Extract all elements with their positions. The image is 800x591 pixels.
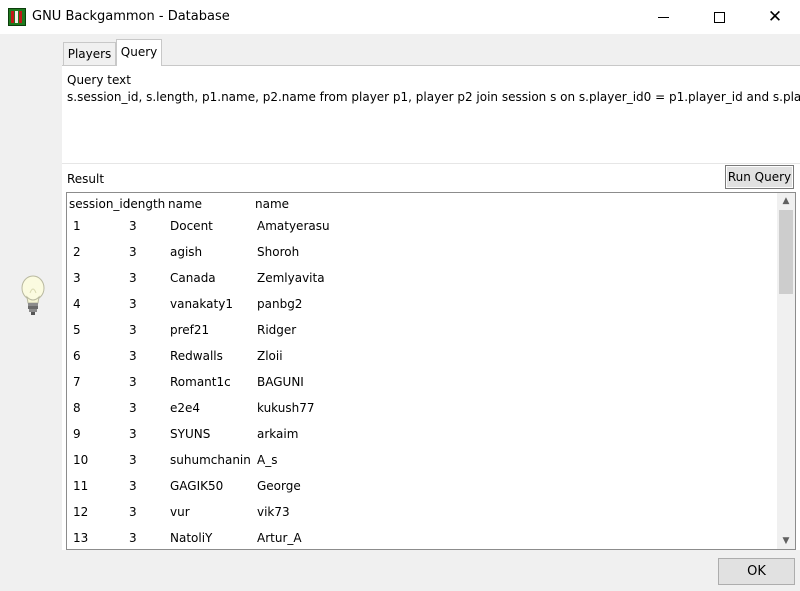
column-header-name-1[interactable]: name <box>168 197 202 211</box>
table-row[interactable]: 4 3 vanakaty1 panbg2 <box>67 293 777 319</box>
cell-session-id: 10 <box>73 453 89 467</box>
window-title: GNU Backgammon - Database <box>32 9 230 24</box>
cell-session-id: 2 <box>73 245 81 259</box>
cell-session-id: 12 <box>73 505 89 519</box>
tab-players[interactable]: Players <box>63 42 116 65</box>
cell-length: 3 <box>129 375 137 389</box>
cell-name-1: vanakaty1 <box>170 297 233 311</box>
cell-session-id: 6 <box>73 349 81 363</box>
cell-length: 3 <box>129 479 137 493</box>
cell-session-id: 5 <box>73 323 81 337</box>
cell-name-1: GAGIK50 <box>170 479 224 493</box>
scroll-up-arrow-icon[interactable]: ▲ <box>777 193 795 209</box>
cell-name-2: George <box>257 479 301 493</box>
close-icon: ✕ <box>767 7 783 27</box>
cell-name-2: arkaim <box>257 427 299 441</box>
cell-length: 3 <box>129 297 137 311</box>
minimize-icon <box>657 16 669 18</box>
cell-name-2: panbg2 <box>257 297 303 311</box>
cell-name-2: Shoroh <box>257 245 300 259</box>
cell-name-1: Docent <box>170 219 213 233</box>
scroll-down-arrow-icon[interactable]: ▼ <box>777 533 795 549</box>
cell-name-1: NatoliY <box>170 531 213 545</box>
cell-name-2: BAGUNI <box>257 375 304 389</box>
lightbulb-icon <box>21 275 45 315</box>
cell-name-1: pref21 <box>170 323 210 337</box>
cell-session-id: 1 <box>73 219 81 233</box>
cell-length: 3 <box>129 323 137 337</box>
cell-session-id: 13 <box>73 531 89 545</box>
cell-name-2: Amatyerasu <box>257 219 330 233</box>
cell-session-id: 8 <box>73 401 81 415</box>
scrollbar-thumb[interactable] <box>779 210 793 294</box>
table-row[interactable]: 5 3 pref21 Ridger <box>67 319 777 345</box>
cell-name-2: vik73 <box>257 505 290 519</box>
cell-name-1: Romant1c <box>170 375 231 389</box>
cell-name-2: kukush77 <box>257 401 315 415</box>
table-body: 1 3 Docent Amatyerasu 2 3 agish Shoroh 3 3 Canada Z… <box>67 215 777 549</box>
cell-name-1: suhumchanin <box>170 453 251 467</box>
cell-length: 3 <box>129 401 137 415</box>
cell-name-1: agish <box>170 245 203 259</box>
minimize-button[interactable] <box>640 0 686 34</box>
title-bar: GNU Backgammon - Database ✕ <box>0 0 800 34</box>
cell-name-2: Zemlyavita <box>257 271 325 285</box>
cell-length: 3 <box>129 271 137 285</box>
cell-name-2: Ridger <box>257 323 297 337</box>
table-row[interactable]: 1 3 Docent Amatyerasu <box>67 215 777 241</box>
cell-session-id: 7 <box>73 375 81 389</box>
divider <box>62 163 800 164</box>
cell-length: 3 <box>129 349 137 363</box>
run-query-button[interactable]: Run Query <box>725 165 794 189</box>
cell-name-2: A_s <box>257 453 278 467</box>
cell-length: 3 <box>129 531 137 545</box>
table-row[interactable]: 12 3 vur vik73 <box>67 501 777 527</box>
table-row[interactable]: 13 3 NatoliY Artur_A <box>67 527 777 549</box>
table-row[interactable]: 10 3 suhumchanin A_s <box>67 449 777 475</box>
close-button[interactable]: ✕ <box>752 0 798 34</box>
cell-name-1: Redwalls <box>170 349 223 363</box>
cell-session-id: 11 <box>73 479 89 493</box>
table-row[interactable]: 7 3 Romant1c BAGUNI <box>67 371 777 397</box>
result-table[interactable]: session_id length name name 1 3 Docent Amat… <box>66 192 796 550</box>
table-header: session_id length name name <box>67 193 777 215</box>
maximize-button[interactable] <box>696 0 742 34</box>
query-pane: Query text s.session_id, s.length, p1.na… <box>62 65 800 550</box>
table-row[interactable]: 2 3 agish Shoroh <box>67 241 777 267</box>
ok-button[interactable]: OK <box>718 558 795 585</box>
cell-session-id: 4 <box>73 297 81 311</box>
cell-name-1: Canada <box>170 271 216 285</box>
cell-session-id: 9 <box>73 427 81 441</box>
table-row[interactable]: 9 3 SYUNS arkaim <box>67 423 777 449</box>
table-row[interactable]: 3 3 Canada Zemlyavita <box>67 267 777 293</box>
cell-length: 3 <box>129 505 137 519</box>
tab-query[interactable]: Query <box>116 39 162 66</box>
cell-name-1: e2e4 <box>170 401 201 415</box>
cell-length: 3 <box>129 219 137 233</box>
result-label: Result <box>67 172 105 186</box>
cell-length: 3 <box>129 453 137 467</box>
cell-length: 3 <box>129 427 137 441</box>
cell-name-1: vur <box>170 505 190 519</box>
table-row[interactable]: 11 3 GAGIK50 George <box>67 475 777 501</box>
table-row[interactable]: 8 3 e2e4 kukush77 <box>67 397 777 423</box>
cell-name-2: Zloii <box>257 349 283 363</box>
column-header-length[interactable]: length <box>127 197 165 211</box>
query-text-label: Query text <box>67 73 131 87</box>
column-header-name-2[interactable]: name <box>255 197 289 211</box>
cell-name-2: Artur_A <box>257 531 302 545</box>
backgammon-board-icon <box>8 8 26 26</box>
maximize-icon <box>713 11 725 23</box>
cell-length: 3 <box>129 245 137 259</box>
cell-name-1: SYUNS <box>170 427 211 441</box>
column-header-session-id[interactable]: session_id <box>69 197 130 211</box>
vertical-scrollbar[interactable]: ▲ ▼ <box>777 193 795 549</box>
table-row[interactable]: 6 3 Redwalls Zloii <box>67 345 777 371</box>
query-text-input[interactable]: s.session_id, s.length, p1.name, p2.name… <box>67 90 800 162</box>
cell-session-id: 3 <box>73 271 81 285</box>
